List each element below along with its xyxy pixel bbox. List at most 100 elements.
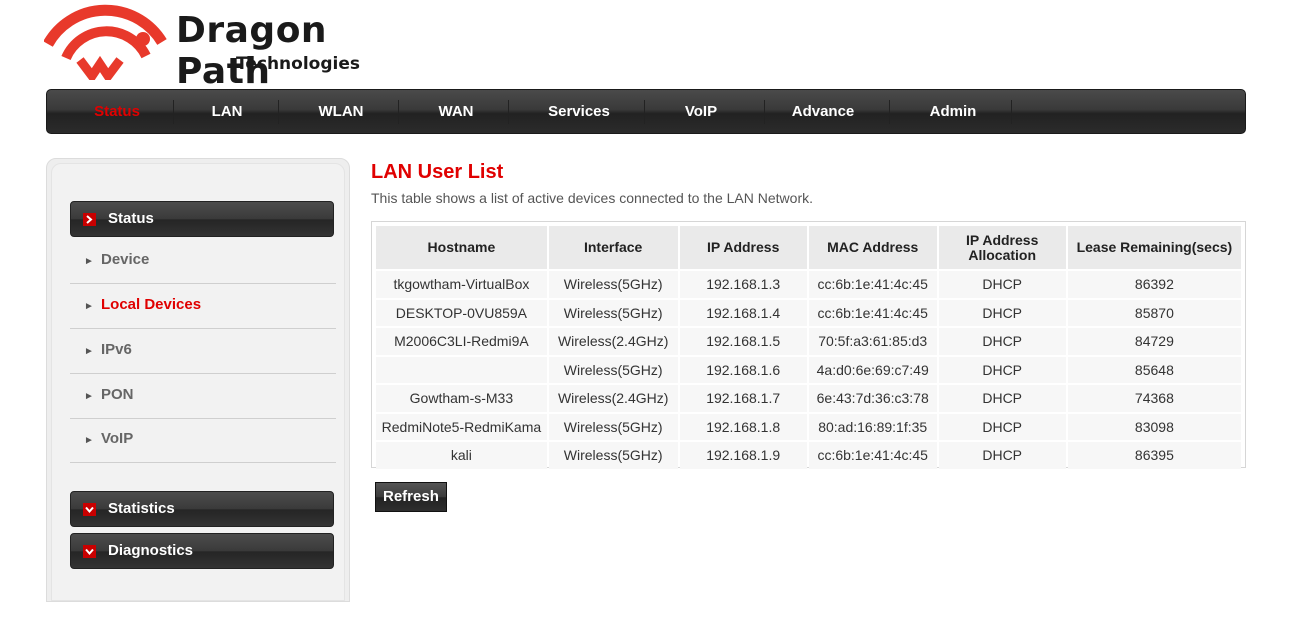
sidebar-panel: Status ► Device ► Local Devices ► IPv6 ►… [51, 163, 345, 601]
column-header-lease-remaining: Lease Remaining(secs) [1067, 226, 1241, 269]
sidebar-section-status[interactable]: Status [70, 201, 334, 237]
table-row: Wireless(5GHz) 192.168.1.6 4a:d0:6e:69:c7:… [376, 356, 1241, 383]
sidebar-section-label: Status [108, 210, 154, 227]
nav-divider [173, 100, 174, 124]
column-header-interface: Interface [548, 226, 678, 269]
ip-allocation-cell: DHCP [938, 328, 1066, 355]
mac-address-cell: 6e:43:7d:36:c3:78 [808, 385, 937, 412]
nav-divider [278, 100, 279, 124]
table-row: DESKTOP-0VU859A Wireless(5GHz) 192.168.1.4… [376, 299, 1241, 326]
sidebar-item-ipv6[interactable]: ► IPv6 [70, 329, 336, 374]
column-header-hostname: Hostname [376, 226, 547, 269]
sidebar-item-label: Device [101, 251, 150, 268]
interface-cell: Wireless(5GHz) [548, 356, 678, 383]
column-header-mac-address: MAC Address [808, 226, 937, 269]
table-row: Gowtham-s-M33 Wireless(2.4GHz) 192.168.1.7… [376, 385, 1241, 412]
nav-divider [889, 100, 890, 124]
page-description: This table shows a list of active device… [371, 190, 813, 206]
ip-address-cell: 192.168.1.3 [679, 271, 807, 298]
header-text: Allocation [968, 246, 1037, 263]
sidebar-item-label: IPv6 [101, 341, 132, 358]
sidebar-section-statistics[interactable]: Statistics [70, 491, 334, 527]
lease-remaining-cell: 86395 [1067, 442, 1241, 469]
interface-cell: Wireless(5GHz) [548, 299, 678, 326]
ip-allocation-cell: DHCP [938, 385, 1066, 412]
nav-lan[interactable]: LAN [187, 90, 267, 133]
table-row: tkgowtham-VirtualBox Wireless(5GHz) 192.16… [376, 271, 1241, 298]
ip-allocation-cell: DHCP [938, 271, 1066, 298]
brand-name: Dragon Path [176, 10, 328, 92]
hostname-cell: kali [376, 442, 547, 469]
table-row: kali Wireless(5GHz) 192.168.1.9 cc:6b:1e:41… [376, 442, 1241, 469]
sidebar-section-diagnostics[interactable]: Diagnostics [70, 533, 334, 569]
table-header-row: Hostname Interface IP Address MAC Addres… [376, 226, 1241, 269]
hostname-cell: RedmiNote5-RedmiKama [376, 413, 547, 440]
nav-divider [644, 100, 645, 124]
lan-user-table: Hostname Interface IP Address MAC Addres… [371, 221, 1246, 469]
arrow-right-icon: ► [84, 435, 94, 446]
lease-remaining-cell: 86392 [1067, 271, 1241, 298]
lease-remaining-cell: 85648 [1067, 356, 1241, 383]
mac-address-cell: 4a:d0:6e:69:c7:49 [808, 356, 937, 383]
lease-remaining-cell: 74368 [1067, 385, 1241, 412]
sidebar-section-label: Diagnostics [108, 542, 194, 559]
mac-address-cell: cc:6b:1e:41:4c:45 [808, 442, 937, 469]
sidebar-item-label: VoIP [101, 430, 134, 447]
arrow-right-icon: ► [84, 301, 94, 312]
nav-advance[interactable]: Advance [778, 90, 868, 133]
top-nav: Status LAN WLAN WAN Services VoIP Advanc… [46, 89, 1246, 134]
mac-address-cell: 80:ad:16:89:1f:35 [808, 413, 937, 440]
interface-cell: Wireless(2.4GHz) [548, 385, 678, 412]
sidebar: Status ► Device ► Local Devices ► IPv6 ►… [46, 158, 350, 602]
wifi-logo-icon [44, 4, 167, 80]
ip-allocation-cell: DHCP [938, 442, 1066, 469]
sidebar-item-voip[interactable]: ► VoIP [70, 418, 336, 463]
mac-address-cell: cc:6b:1e:41:4c:45 [808, 271, 937, 298]
ip-address-cell: 192.168.1.4 [679, 299, 807, 326]
nav-services[interactable]: Services [534, 90, 624, 133]
nav-status[interactable]: Status [77, 90, 157, 133]
hostname-cell: DESKTOP-0VU859A [376, 299, 547, 326]
brand-subtitle: Technologies [236, 54, 360, 74]
nav-divider [398, 100, 399, 124]
chevron-down-icon [83, 545, 96, 558]
interface-cell: Wireless(5GHz) [548, 271, 678, 298]
ip-allocation-cell: DHCP [938, 356, 1066, 383]
refresh-button[interactable]: Refresh [375, 482, 447, 512]
nav-divider [508, 100, 509, 124]
ip-address-cell: 192.168.1.8 [679, 413, 807, 440]
nav-divider [764, 100, 765, 124]
lease-remaining-cell: 85870 [1067, 299, 1241, 326]
mac-address-cell: cc:6b:1e:41:4c:45 [808, 299, 937, 326]
nav-voip[interactable]: VoIP [661, 90, 741, 133]
ip-address-cell: 192.168.1.5 [679, 328, 807, 355]
table-row: M2006C3LI-Redmi9A Wireless(2.4GHz) 192.168… [376, 328, 1241, 355]
nav-divider [1011, 100, 1012, 124]
interface-cell: Wireless(5GHz) [548, 413, 678, 440]
ip-allocation-cell: DHCP [938, 413, 1066, 440]
brand-logo: Dragon Path Technologies [44, 2, 404, 92]
nav-wan[interactable]: WAN [416, 90, 496, 133]
ip-address-cell: 192.168.1.9 [679, 442, 807, 469]
ip-address-cell: 192.168.1.7 [679, 385, 807, 412]
sidebar-item-pon[interactable]: ► PON [70, 374, 336, 419]
mac-address-cell: 70:5f:a3:61:85:d3 [808, 328, 937, 355]
table-row: RedmiNote5-RedmiKama Wireless(5GHz) 192.16… [376, 413, 1241, 440]
ip-address-cell: 192.168.1.6 [679, 356, 807, 383]
table-body: tkgowtham-VirtualBox Wireless(5GHz) 192.16… [376, 271, 1241, 469]
lease-remaining-cell: 83098 [1067, 413, 1241, 440]
ip-allocation-cell: DHCP [938, 299, 1066, 326]
chevron-down-icon [83, 503, 96, 516]
sidebar-item-device[interactable]: ► Device [70, 239, 336, 284]
column-header-ip-address: IP Address [679, 226, 807, 269]
sidebar-item-label: PON [101, 386, 134, 403]
nav-wlan[interactable]: WLAN [301, 90, 381, 133]
sidebar-item-local-devices[interactable]: ► Local Devices [70, 284, 336, 329]
nav-admin[interactable]: Admin [913, 90, 993, 133]
page-title: LAN User List [371, 161, 504, 183]
interface-cell: Wireless(5GHz) [548, 442, 678, 469]
interface-cell: Wireless(2.4GHz) [548, 328, 678, 355]
header-text: IP Address [966, 231, 1039, 248]
hostname-cell: Gowtham-s-M33 [376, 385, 547, 412]
arrow-right-icon: ► [84, 346, 94, 357]
